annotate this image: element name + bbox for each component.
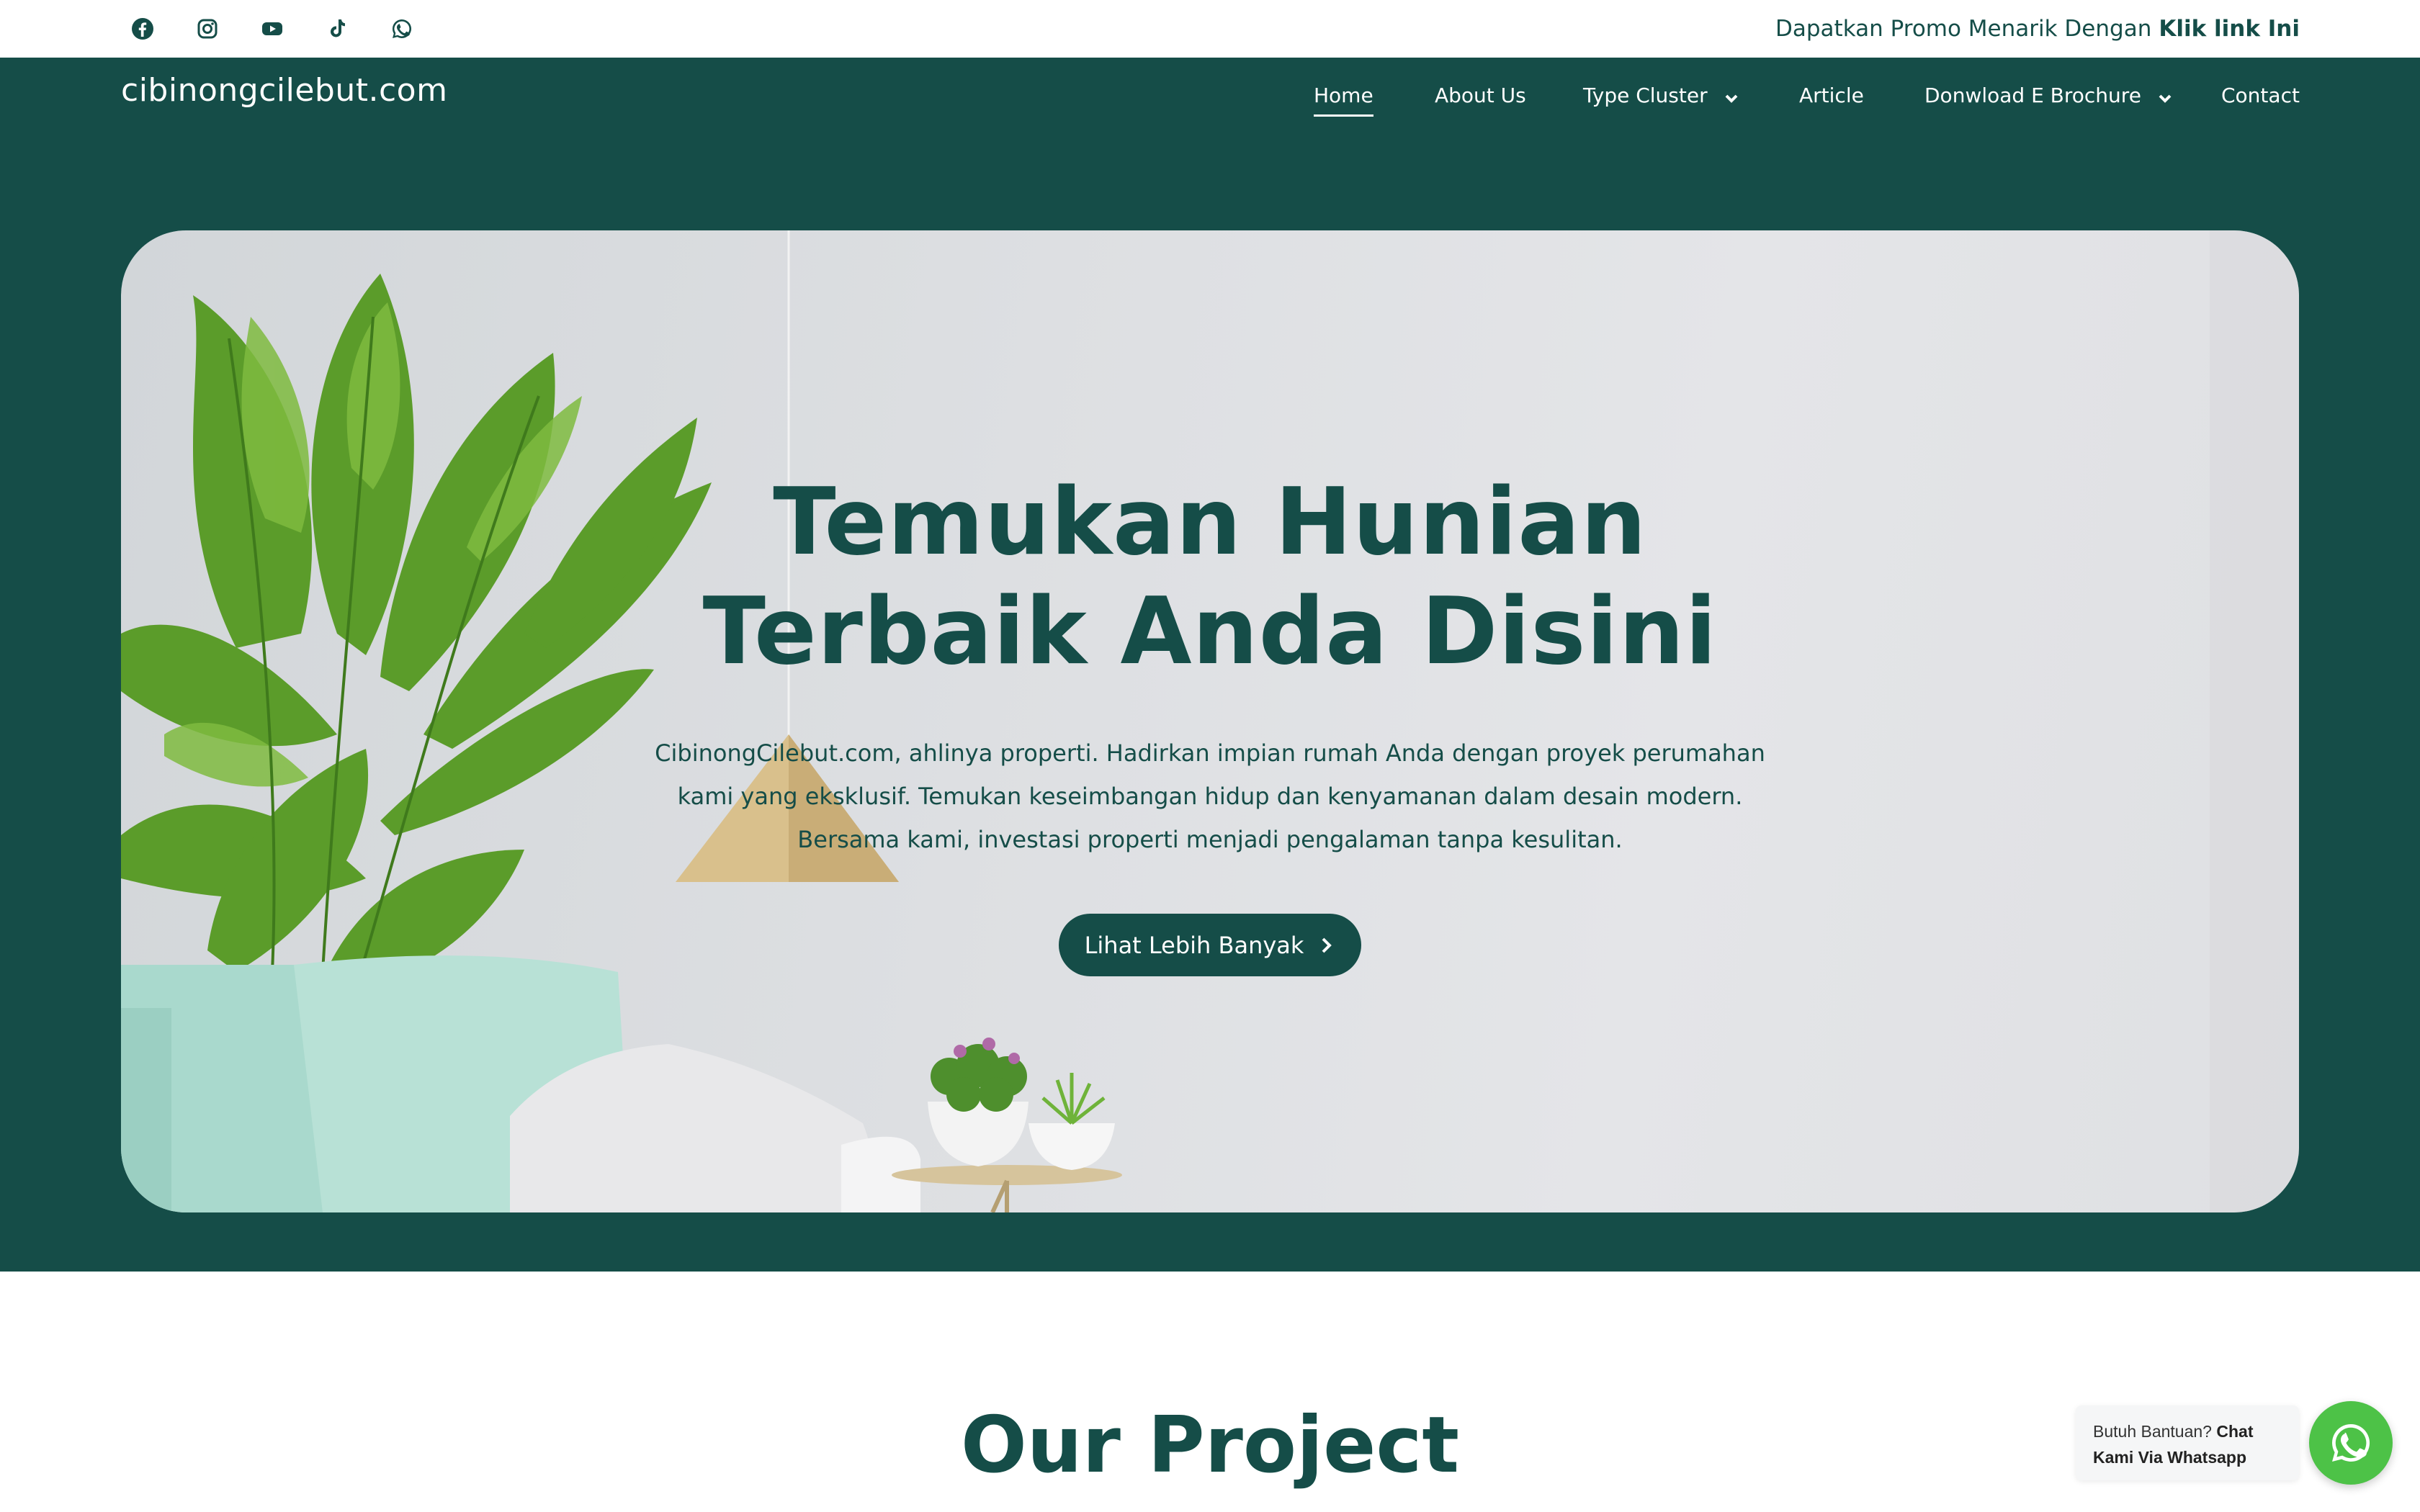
tiktok-icon[interactable] xyxy=(323,14,351,43)
hero-banner: Temukan Hunian Terbaik Anda Disini Cibin… xyxy=(121,230,2299,1212)
facebook-icon[interactable] xyxy=(128,14,157,43)
promo-banner: Dapatkan Promo Menarik Dengan Klik link … xyxy=(1775,0,2300,58)
site-header: cibinongcilebut.com Home About Us Type C… xyxy=(0,58,2420,1272)
hero-description: CibinongCilebut.com, ahlinya properti. H… xyxy=(647,732,1773,861)
chevron-down-icon xyxy=(1724,87,1739,103)
hero-description-line: Bersama kami, investasi properti menjadi… xyxy=(797,826,1623,853)
nav-item-article[interactable]: Article xyxy=(1799,79,1864,111)
top-bar: Dapatkan Promo Menarik Dengan Klik link … xyxy=(0,0,2420,58)
whatsapp-icon xyxy=(2332,1424,2370,1462)
nav-item-download-brochure[interactable]: Donwload E Brochure xyxy=(1924,79,2173,111)
promo-link[interactable]: Klik link Ini xyxy=(2159,16,2300,42)
hero-title-line: Temukan Hunian xyxy=(773,469,1647,576)
youtube-icon[interactable] xyxy=(258,14,287,43)
nav-item-home[interactable]: Home xyxy=(1314,79,1373,117)
nav-item-contact[interactable]: Contact xyxy=(2221,79,2300,111)
hero-description-line: CibinongCilebut.com, ahlinya properti. H… xyxy=(655,739,1765,767)
whatsapp-help-bold: Kami Via Whatsapp xyxy=(2093,1448,2247,1467)
site-logo[interactable]: cibinongcilebut.com xyxy=(121,72,447,109)
hero-title-line: Terbaik Anda Disini xyxy=(702,578,1718,685)
hero-background-image xyxy=(121,230,2299,1212)
nav-item-about-us[interactable]: About Us xyxy=(1435,79,1526,111)
section-title-our-project: Our Project xyxy=(960,1400,1460,1490)
nav-item-label: Type Cluster xyxy=(1583,83,1708,107)
see-more-button-label: Lihat Lebih Banyak xyxy=(1084,931,1304,959)
see-more-button[interactable]: Lihat Lebih Banyak xyxy=(1059,914,1361,976)
whatsapp-help-bold: Chat xyxy=(2216,1422,2254,1441)
nav-item-label: Article xyxy=(1799,83,1864,107)
whatsapp-icon[interactable] xyxy=(387,14,416,43)
nav-item-type-cluster[interactable]: Type Cluster xyxy=(1583,79,1739,111)
nav-item-label: Home xyxy=(1314,83,1373,107)
hero-title: Temukan Hunian Terbaik Anda Disini xyxy=(121,468,2299,687)
instagram-icon[interactable] xyxy=(193,14,222,43)
promo-text: Dapatkan Promo Menarik Dengan xyxy=(1775,16,2152,42)
whatsapp-chat-button[interactable] xyxy=(2309,1401,2393,1485)
nav-item-label: Contact xyxy=(2221,83,2300,107)
hero-description-line: kami yang eksklusif. Temukan keseimbanga… xyxy=(677,783,1743,810)
nav-item-label: Donwload E Brochure xyxy=(1924,83,2141,107)
nav-item-label: About Us xyxy=(1435,83,1526,107)
whatsapp-help-bubble[interactable]: Butuh Bantuan? Chat Kami Via Whatsapp xyxy=(2076,1405,2299,1480)
whatsapp-help-prefix: Butuh Bantuan? xyxy=(2093,1422,2212,1441)
chevron-down-icon xyxy=(2157,87,2173,103)
chevron-right-icon xyxy=(1322,937,1332,953)
active-underline xyxy=(1314,114,1373,117)
